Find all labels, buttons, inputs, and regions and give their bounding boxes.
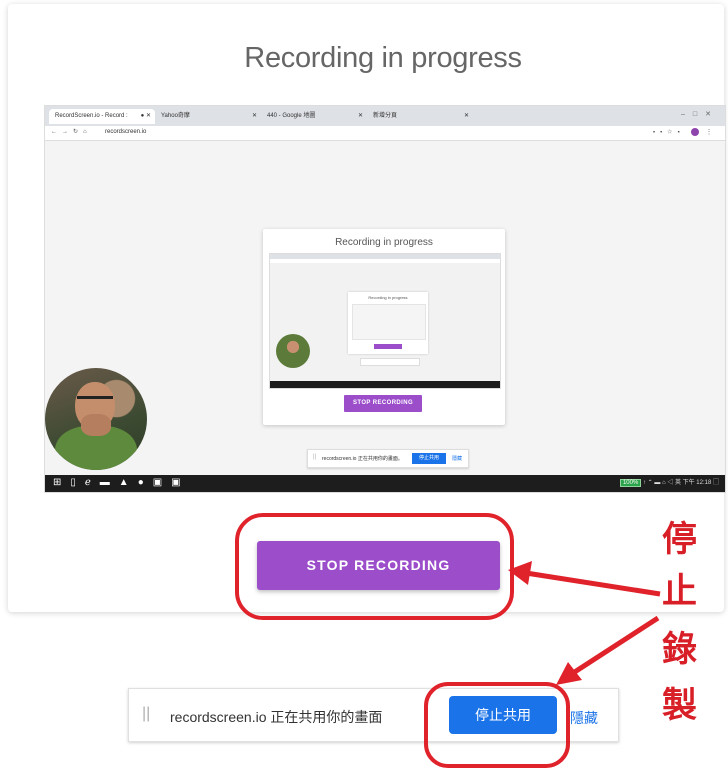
arrow-head-icon (508, 561, 532, 585)
annotation-arrows (508, 561, 661, 685)
arrow-head-icon (556, 662, 582, 685)
arrow-to-stop-button (525, 570, 661, 597)
arrow-to-stop-share (568, 615, 660, 678)
